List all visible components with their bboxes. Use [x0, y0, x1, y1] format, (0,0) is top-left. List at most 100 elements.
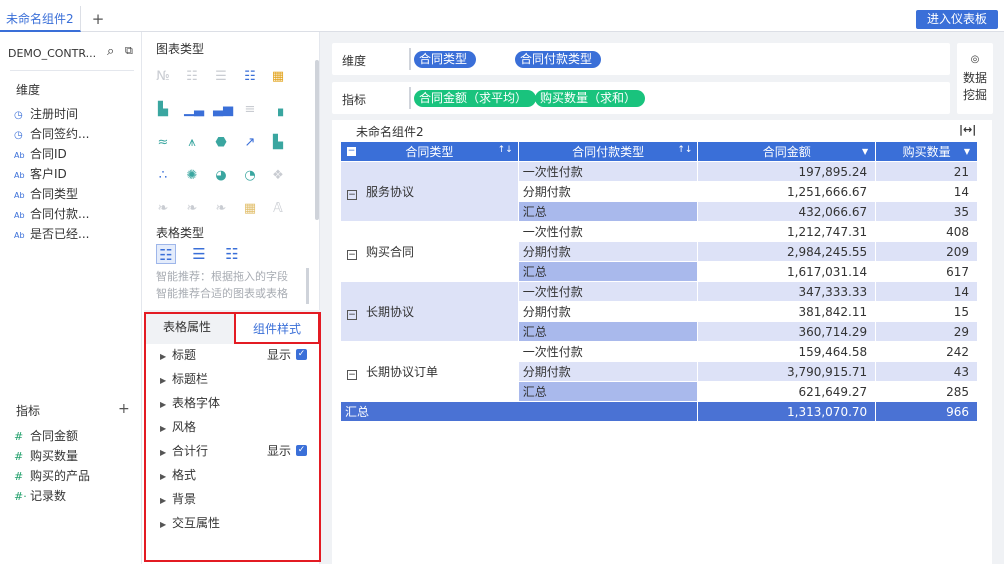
point-map-icon[interactable]: ❧ — [184, 202, 200, 216]
header-contract-type[interactable]: − 合同类型 ↑↓ — [340, 141, 519, 162]
dimension-field[interactable]: Ab 合同付款... — [14, 204, 138, 224]
measure-field[interactable]: #· 记录数 — [14, 486, 138, 506]
dimension-pill[interactable]: 合同类型 — [414, 51, 477, 68]
dimension-field[interactable]: Ab 合同ID — [14, 144, 138, 164]
dropdown-icon[interactable]: ▼ — [862, 147, 868, 156]
dropdown-icon[interactable]: ▼ — [964, 147, 970, 156]
dimension-shelf[interactable]: 维度 合同类型 合同付款类型 — [332, 43, 950, 75]
dimension-field[interactable]: ◷ 合同签约... — [14, 124, 138, 144]
amount-cell: 360,714.29 — [697, 321, 877, 342]
tab-component-style[interactable]: 组件样式 — [234, 312, 320, 344]
group-cell[interactable]: − 购买合同 — [340, 221, 519, 282]
grouped-bar-icon[interactable]: ▙ — [155, 103, 171, 117]
line-chart-icon[interactable]: ⩚ — [184, 136, 200, 150]
switch-icon[interactable]: ⧉ — [125, 44, 133, 58]
prop-background[interactable]: ▶ 背景 — [160, 488, 310, 510]
dimension-pill[interactable]: 合同付款类型 — [515, 51, 602, 68]
clock-icon: ◷ — [14, 110, 23, 121]
prop-label: 交互属性 — [172, 516, 221, 530]
collapse-icon[interactable]: − — [347, 310, 357, 320]
dimension-field[interactable]: ◷ 注册时间 — [14, 104, 138, 124]
collapse-icon[interactable]: − — [347, 370, 357, 380]
group-cell[interactable]: − 服务协议 — [340, 161, 519, 222]
collapse-icon[interactable]: − — [347, 190, 357, 200]
amount-cell: 1,251,666.67 — [697, 181, 877, 202]
add-tab-button[interactable]: + — [86, 6, 110, 32]
header-payment-type[interactable]: 合同付款类型 ↑↓ — [517, 141, 699, 162]
enter-dashboard-button[interactable]: 进入仪表板 — [916, 10, 998, 29]
component-title[interactable]: 未命名组件2 — [356, 123, 424, 140]
prop-interaction[interactable]: ▶ 交互属性 — [160, 512, 310, 534]
rose-chart-icon[interactable]: ◔ — [242, 169, 258, 183]
prop-style[interactable]: ▶ 风格 — [160, 416, 310, 438]
word-cloud-icon[interactable]: 𝔸 — [270, 202, 286, 216]
pie-chart-icon[interactable]: ◕ — [213, 169, 229, 183]
dimension-field[interactable]: Ab 是否已经... — [14, 224, 138, 244]
fit-width-icon[interactable]: |↔| — [959, 123, 976, 136]
prop-label: 风格 — [172, 420, 197, 434]
bar-line-icon[interactable]: ▙ — [270, 136, 286, 150]
datasource-name[interactable]: DEMO_CONTR... — [8, 47, 103, 60]
show-checkbox[interactable]: ✓ — [296, 349, 307, 360]
prop-title-bar[interactable]: ▶ 标题栏 — [160, 368, 310, 390]
treemap-icon[interactable]: ▦ — [242, 202, 258, 216]
tab-component[interactable]: 未命名组件2 — [0, 6, 81, 32]
map-chart-icon[interactable]: ❖ — [270, 169, 286, 183]
property-tabs: 表格属性 组件样式 — [144, 310, 320, 344]
add-measure-button[interactable]: + — [118, 401, 130, 417]
prop-title[interactable]: ▶ 标题 显示 ✓ — [160, 344, 310, 366]
region-map-icon[interactable]: ❧ — [155, 202, 171, 216]
scrollbar[interactable] — [315, 60, 319, 220]
search-icon[interactable]: ⌕ — [107, 44, 114, 59]
cross-table-icon[interactable]: ☰ — [213, 70, 229, 84]
prop-format[interactable]: ▶ 格式 — [160, 464, 310, 486]
data-mining-button[interactable]: ◎ 数据挖掘 — [957, 43, 993, 114]
grouped-table-icon[interactable]: ☷ — [156, 244, 176, 264]
waterfall-icon[interactable]: ▗ — [270, 103, 286, 117]
show-checkbox[interactable]: ✓ — [296, 445, 307, 456]
measure-field[interactable]: # 合同金额 — [14, 426, 138, 446]
prop-table-font[interactable]: ▶ 表格字体 — [160, 392, 310, 414]
sort-icon[interactable]: ↑↓ — [498, 145, 513, 155]
detail-table-icon[interactable]: ☷ — [242, 70, 258, 84]
radar-chart-icon[interactable]: ⬣ — [213, 136, 229, 150]
scrollbar[interactable] — [306, 268, 309, 304]
caret-right-icon: ▶ — [160, 352, 167, 361]
table-icon[interactable]: ☷ — [184, 70, 200, 84]
dimension-field[interactable]: Ab 客户ID — [14, 164, 138, 184]
grand-total-amount: 1,313,070.70 — [697, 401, 877, 422]
heatmap-icon[interactable]: ▦ — [270, 70, 286, 84]
measure-field[interactable]: # 购买数量 — [14, 446, 138, 466]
number-chart-icon[interactable]: № — [155, 70, 171, 84]
dimension-field[interactable]: Ab 合同类型 — [14, 184, 138, 204]
chart-type-title: 图表类型 — [156, 42, 205, 56]
collapse-icon[interactable]: − — [347, 250, 357, 260]
flow-map-icon[interactable]: ❧ — [213, 202, 229, 216]
quantity-cell: 14 — [875, 281, 978, 302]
measure-field[interactable]: # 购买的产品 — [14, 466, 138, 486]
range-bar-icon[interactable]: ≡ — [242, 103, 258, 117]
tab-table-attributes[interactable]: 表格属性 — [144, 310, 230, 344]
payment-type-cell: 分期付款 — [517, 301, 699, 322]
quantity-cell: 14 — [875, 181, 978, 202]
measure-pill[interactable]: 购买数量（求和） — [535, 90, 646, 107]
cross-table-icon[interactable]: ☰ — [189, 244, 209, 264]
group-cell[interactable]: − 长期协议 — [340, 281, 519, 342]
header-contract-amount[interactable]: 合同金额 ▼ — [697, 141, 877, 162]
quantity-cell: 21 — [875, 161, 978, 182]
sort-icon[interactable]: ↑↓ — [677, 145, 692, 155]
detail-table-icon[interactable]: ☷ — [222, 244, 242, 264]
prop-total-row[interactable]: ▶ 合计行 显示 ✓ — [160, 440, 310, 462]
subtotal-cell: 汇总 — [517, 261, 699, 282]
collapse-all-icon[interactable]: − — [347, 147, 356, 156]
measure-pill[interactable]: 合同金额（求平均） — [414, 90, 537, 107]
group-cell[interactable]: − 长期协议订单 — [340, 341, 519, 402]
area-chart-icon[interactable]: ≈ — [155, 136, 171, 150]
combo-chart-icon[interactable]: ↗ — [242, 136, 258, 150]
scatter-chart-icon[interactable]: ∴ — [155, 169, 171, 183]
bar-chart-icon[interactable]: ▁▃ — [184, 103, 204, 117]
bubble-chart-icon[interactable]: ✺ — [184, 169, 200, 183]
stacked-bar-icon[interactable]: ▃▅ — [213, 103, 233, 117]
header-quantity[interactable]: 购买数量 ▼ — [875, 141, 978, 162]
measure-shelf[interactable]: 指标 合同金额（求平均） 购买数量（求和） — [332, 82, 950, 114]
